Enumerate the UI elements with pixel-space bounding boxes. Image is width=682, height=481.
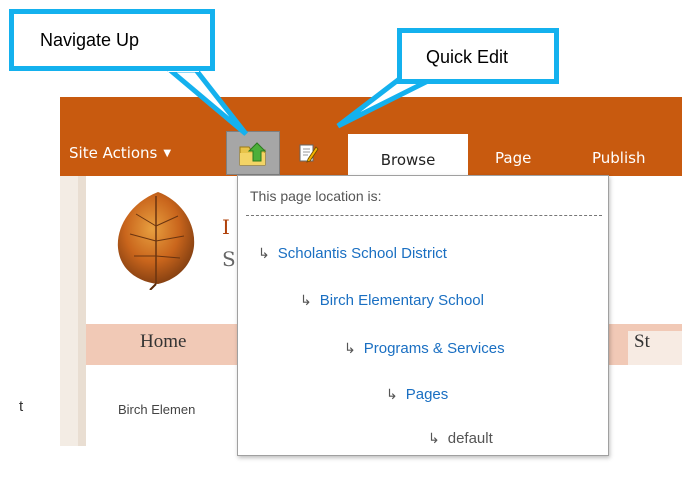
callout-navigate-up: Navigate Up bbox=[9, 9, 215, 71]
callout-quick-edit: Quick Edit bbox=[397, 28, 559, 84]
callout-pointers bbox=[163, 66, 439, 136]
callout-navigate-up-label: Navigate Up bbox=[40, 30, 140, 50]
callout-quick-edit-label: Quick Edit bbox=[426, 47, 509, 67]
